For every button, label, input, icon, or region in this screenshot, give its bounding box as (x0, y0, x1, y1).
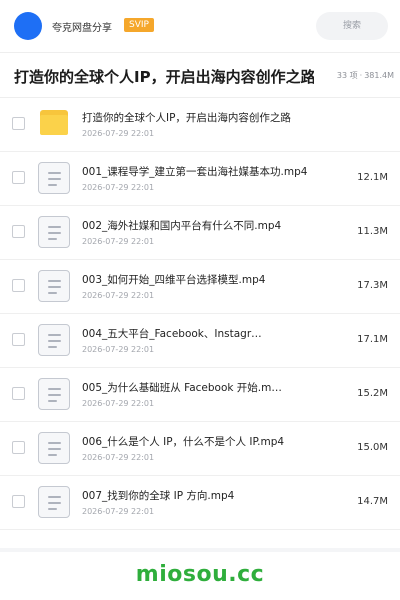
row-checkbox[interactable] (12, 333, 25, 346)
row-checkbox[interactable] (12, 279, 25, 292)
row-checkbox[interactable] (12, 117, 25, 130)
video-file-icon (38, 378, 70, 410)
video-file-icon (38, 162, 70, 194)
file-date: 2026-07-29 22:01 (82, 345, 155, 354)
video-file-icon (38, 432, 70, 464)
file-date: 2026-07-29 22:01 (82, 399, 155, 408)
row-checkbox[interactable] (12, 225, 25, 238)
meta-separator: · (359, 71, 363, 80)
file-row[interactable]: 007_找到你的全球 IP 方向.mp4 2026-07-29 22:01 14… (0, 476, 400, 530)
file-size: 15.2M (357, 388, 388, 399)
total-size: 381.4M (364, 71, 394, 80)
file-date: 2026-07-29 22:01 (82, 507, 155, 516)
file-name: 006_什么是个人 IP，什么不是个人 IP.mp4 (82, 436, 285, 448)
share-title-bar: 打造你的全球个人IP，开启出海内容创作之路！ 33 项 · 381.4M (0, 52, 400, 98)
file-name: 007_找到你的全球 IP 方向.mp4 (82, 490, 235, 502)
video-file-icon (38, 216, 70, 248)
file-row[interactable]: 002_海外社媒和国内平台有什么不同.mp4 2026-07-29 22:01 … (0, 206, 400, 260)
file-name: 005_为什么基础班从 Facebook 开始.m… (82, 382, 282, 394)
video-file-icon (38, 270, 70, 302)
file-date: 2026-07-29 22:01 (82, 453, 155, 462)
video-file-icon (38, 486, 70, 518)
row-checkbox[interactable] (12, 441, 25, 454)
folder-icon (38, 108, 70, 140)
site-watermark: miosou.cc (135, 562, 265, 587)
file-name: 002_海外社媒和国内平台有什么不同.mp4 (82, 220, 282, 232)
folder-row[interactable]: 打造你的全球个人IP，开启出海内容创作之路 2026-07-29 22:01 (0, 98, 400, 152)
row-checkbox[interactable] (12, 387, 25, 400)
file-row[interactable]: 003_如何开始_四维平台选择模型.mp4 2026-07-29 22:01 1… (0, 260, 400, 314)
search-button[interactable]: 搜索 (316, 12, 388, 40)
file-date: 2026-07-29 22:01 (82, 183, 155, 192)
file-row[interactable]: 001_课程导学_建立第一套出海社媒基本功.mp4 2026-07-29 22:… (0, 152, 400, 206)
item-count: 33 项 (336, 71, 358, 80)
file-date: 2026-07-29 22:01 (82, 291, 155, 300)
file-size: 15.0M (357, 442, 388, 453)
share-meta: 33 项 · 381.4M (337, 70, 394, 81)
file-date: 2026-07-29 22:01 (82, 129, 155, 138)
file-size: 11.3M (357, 226, 388, 237)
file-name: 001_课程导学_建立第一套出海社媒基本功.mp4 (82, 166, 308, 178)
video-file-icon (38, 324, 70, 356)
brand-name: 夸克网盘分享 (52, 23, 112, 34)
file-name: 打造你的全球个人IP，开启出海内容创作之路 (82, 112, 291, 124)
file-row[interactable]: 006_什么是个人 IP，什么不是个人 IP.mp4 2026-07-29 22… (0, 422, 400, 476)
list-bottom-divider (0, 548, 400, 552)
svip-badge: SVIP (124, 18, 154, 32)
avatar[interactable] (14, 12, 42, 40)
row-checkbox[interactable] (12, 171, 25, 184)
file-name: 004_五大平台_Facebook、Instagr… (82, 328, 262, 340)
file-row[interactable]: 004_五大平台_Facebook、Instagr… 2026-07-29 22… (0, 314, 400, 368)
file-list: 打造你的全球个人IP，开启出海内容创作之路 2026-07-29 22:01 0… (0, 98, 400, 530)
top-bar: 夸克网盘分享 SVIP 搜索 (0, 0, 400, 52)
file-name: 003_如何开始_四维平台选择模型.mp4 (82, 274, 266, 286)
file-date: 2026-07-29 22:01 (82, 237, 155, 246)
file-size: 14.7M (357, 496, 388, 507)
file-size: 17.1M (357, 334, 388, 345)
page-title: 打造你的全球个人IP，开启出海内容创作之路！ (14, 68, 314, 86)
file-row[interactable]: 005_为什么基础班从 Facebook 开始.m… 2026-07-29 22… (0, 368, 400, 422)
file-size: 12.1M (357, 172, 388, 183)
row-checkbox[interactable] (12, 495, 25, 508)
file-size: 17.3M (357, 280, 388, 291)
